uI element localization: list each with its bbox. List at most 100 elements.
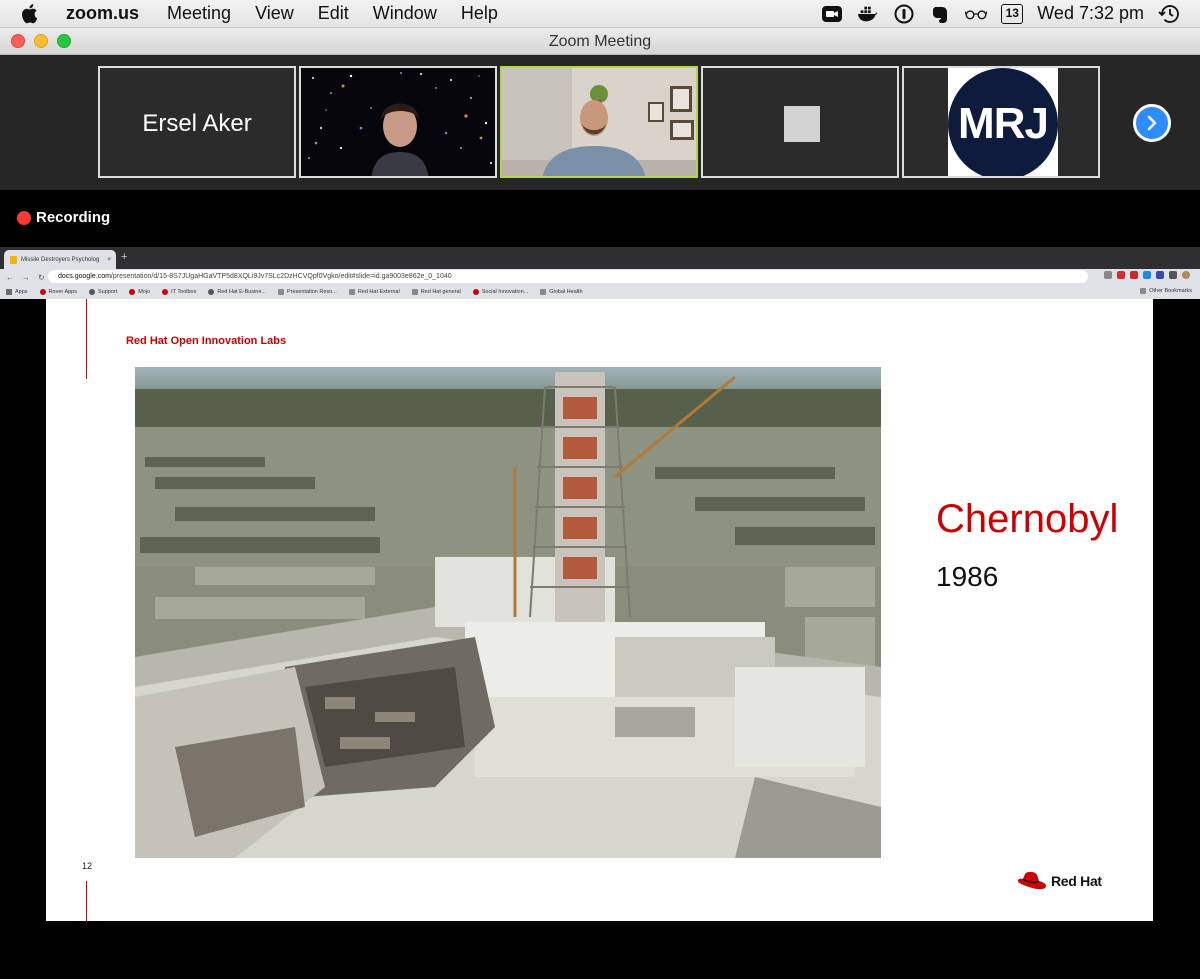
- bookmark-apps[interactable]: Apps: [6, 289, 28, 295]
- participant-tile-name-only[interactable]: Ersel Aker: [98, 66, 296, 178]
- menu-view[interactable]: View: [255, 3, 294, 24]
- time-machine-icon[interactable]: [1158, 3, 1180, 25]
- address-bar[interactable]: docs.google.com/presentation/d/15-8S7JUg…: [48, 270, 1088, 283]
- folder-icon: [348, 289, 355, 295]
- red-hat-fedora-icon: [1018, 871, 1046, 890]
- tab-close-icon[interactable]: ×: [107, 257, 111, 263]
- profile-avatar[interactable]: [1182, 271, 1190, 279]
- bookmarks-bar: Apps Rover Apps Support Mojo IT Toolbox …: [0, 285, 1200, 299]
- red-hat-logo-text: Red Hat: [1051, 873, 1102, 889]
- bookmark-red-hat-ebusiness[interactable]: Red Hat E-Busine...: [208, 289, 266, 295]
- new-tab-button[interactable]: +: [121, 251, 127, 263]
- reading-glasses-icon[interactable]: [965, 3, 988, 25]
- chernobyl-photo: [135, 367, 881, 858]
- bookmark-presentation-resources[interactable]: Presentation Reso...: [277, 289, 337, 295]
- folder-icon: [540, 289, 547, 295]
- participant-tile-active-speaker[interactable]: [500, 66, 698, 178]
- extension-red-icon[interactable]: [1117, 271, 1125, 279]
- globe-icon: [88, 289, 95, 295]
- participant-tile-avatar[interactable]: [701, 66, 899, 178]
- bookmark-label: Rover Apps: [48, 289, 77, 295]
- bookmark-rover-apps[interactable]: Rover Apps: [39, 289, 77, 295]
- apple-icon[interactable]: [20, 3, 48, 24]
- slide-title: Chernobyl: [936, 497, 1119, 541]
- slide-accent-rule-bottom: [86, 881, 87, 921]
- url-path: /presentation/d/15-8S7JUgaHGaVTP5d8XQLi9…: [110, 273, 452, 280]
- window-titlebar: Zoom Meeting: [0, 28, 1200, 55]
- redhat-icon: [39, 289, 46, 295]
- menu-window[interactable]: Window: [373, 3, 437, 24]
- redhat-icon: [162, 289, 169, 295]
- bookmark-label: Presentation Reso...: [286, 289, 337, 295]
- shared-screen-area: Red Hat Open Innovation Labs Chernobyl 1…: [0, 299, 1200, 979]
- app-menu-zoom[interactable]: zoom.us: [66, 3, 139, 24]
- url-domain: docs.google.com: [58, 273, 111, 280]
- menu-edit[interactable]: Edit: [318, 3, 349, 24]
- next-page-button[interactable]: [1133, 104, 1171, 142]
- menubar-clock[interactable]: Wed 7:32 pm: [1037, 3, 1144, 24]
- extensions-puzzle-icon[interactable]: [1169, 271, 1177, 279]
- redhat-icon: [472, 289, 479, 295]
- evernote-elephant-icon[interactable]: [929, 3, 951, 25]
- extension-dark-red-icon[interactable]: [1130, 271, 1138, 279]
- extension-icons: [1104, 271, 1190, 279]
- star-bookmark-icon[interactable]: [1104, 271, 1112, 279]
- folder-icon: [411, 289, 418, 295]
- tab-title: Missile Destroyers Psycholog: [21, 256, 100, 263]
- recording-bar: Recording: [0, 190, 1200, 246]
- bookmark-label: Red Hat E-Busine...: [217, 289, 266, 295]
- zoom-camera-icon[interactable]: [821, 3, 843, 25]
- folder-icon: [1140, 288, 1147, 294]
- participant-video-office: [502, 68, 696, 176]
- mrj-logo-text: MRJ: [958, 99, 1049, 148]
- presentation-slide: Red Hat Open Innovation Labs Chernobyl 1…: [46, 299, 1153, 921]
- recording-dot-icon: [17, 211, 31, 225]
- folder-icon: [277, 289, 284, 295]
- menu-help[interactable]: Help: [461, 3, 498, 24]
- calendar-icon[interactable]: 13: [1001, 3, 1024, 24]
- browser-tab[interactable]: Missile Destroyers Psycholog ×: [4, 250, 116, 269]
- apps-grid-icon: [6, 289, 12, 295]
- red-hat-logo: Red Hat: [1017, 871, 1102, 891]
- participant-avatar: [784, 106, 820, 142]
- bookmark-mojo[interactable]: Mojo: [129, 289, 150, 295]
- extension-blue-icon[interactable]: [1143, 271, 1151, 279]
- redhat-icon: [129, 289, 136, 295]
- bookmark-social-innovation[interactable]: Social Innovation...: [472, 289, 529, 295]
- bookmark-red-hat-external[interactable]: Red Hat External: [348, 289, 400, 295]
- bookmark-support[interactable]: Support: [88, 289, 118, 295]
- extension-indigo-icon[interactable]: [1156, 271, 1164, 279]
- globe-icon: [208, 289, 215, 295]
- menu-meeting[interactable]: Meeting: [167, 3, 231, 24]
- back-arrow-icon[interactable]: ←: [6, 273, 14, 282]
- bookmark-label: Global Health: [549, 289, 583, 295]
- chevron-right-icon: [1147, 115, 1157, 131]
- bookmark-label: Red Hat general: [420, 289, 461, 295]
- bookmark-it-toolbox[interactable]: IT Toolbox: [162, 289, 196, 295]
- participant-name: Ersel Aker: [142, 110, 252, 137]
- participant-video-starfield: [301, 68, 495, 176]
- bookmark-label: Social Innovation...: [481, 289, 529, 295]
- bookmark-label: Support: [97, 289, 118, 295]
- slide-year: 1986: [936, 561, 999, 592]
- bookmark-global-health[interactable]: Global Health: [540, 289, 583, 295]
- participant-gallery-strip: Ersel Aker MRJ: [0, 55, 1200, 190]
- bookmark-label: Red Hat External: [357, 289, 400, 295]
- other-bookmarks[interactable]: Other Bookmarks: [1140, 288, 1192, 294]
- shared-browser-window: Missile Destroyers Psycholog × + ← → ↻ d…: [0, 247, 1200, 299]
- bookmark-label: Mojo: [138, 289, 151, 295]
- docker-whale-icon[interactable]: [857, 3, 879, 25]
- slide-brand-line: Red Hat Open Innovation Labs: [126, 335, 287, 347]
- forward-arrow-icon[interactable]: →: [22, 273, 30, 282]
- participant-tile-logo[interactable]: MRJ: [902, 66, 1100, 178]
- password-manager-icon[interactable]: [893, 3, 915, 25]
- slides-favicon-icon: [10, 255, 17, 264]
- bookmark-red-hat-general[interactable]: Red Hat general: [411, 289, 461, 295]
- mrj-logo: MRJ: [948, 68, 1058, 176]
- participant-tile-video-starfield[interactable]: [299, 66, 497, 178]
- bookmark-label: IT Toolbox: [171, 289, 197, 295]
- slide-accent-rule-top: [86, 299, 87, 379]
- recording-label[interactable]: Recording: [36, 209, 110, 226]
- reload-icon[interactable]: ↻: [38, 273, 45, 282]
- browser-tabstrip: Missile Destroyers Psycholog × +: [0, 247, 1200, 269]
